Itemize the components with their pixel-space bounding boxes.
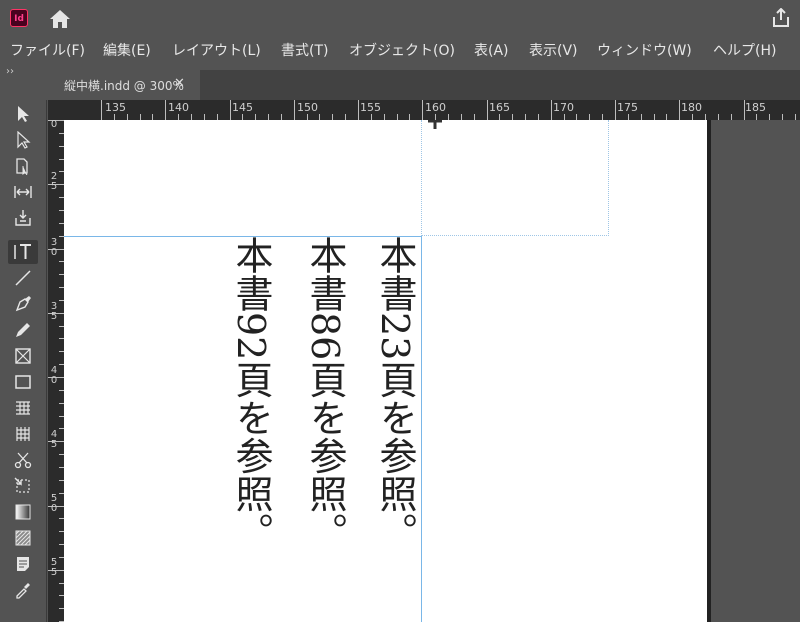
gradient-swatch-tool-icon[interactable] bbox=[8, 500, 38, 524]
ruler-label-v: 4 0 bbox=[50, 365, 58, 386]
panel-collapse-toggle[interactable]: ›› bbox=[0, 64, 48, 80]
content-collector-tool-icon[interactable] bbox=[8, 206, 38, 230]
menu-table[interactable]: 表(A) bbox=[474, 41, 509, 61]
page-edge-shadow bbox=[707, 120, 711, 622]
ruler-label-v: 3 5 bbox=[50, 301, 58, 322]
selection-tool-icon[interactable] bbox=[8, 102, 38, 126]
ruler-label-v: 5 0 bbox=[50, 493, 58, 514]
rectangle-tool-icon[interactable] bbox=[8, 370, 38, 394]
gradient-feather-tool-icon[interactable] bbox=[8, 526, 38, 550]
free-transform-tool-icon[interactable] bbox=[8, 474, 38, 498]
close-icon[interactable]: ✕ bbox=[174, 76, 185, 91]
pencil-tool-icon[interactable] bbox=[8, 318, 38, 342]
horizontal-grid-tool-icon[interactable] bbox=[8, 396, 38, 420]
menu-help[interactable]: ヘルプ(H) bbox=[713, 41, 776, 61]
indesign-logo: Id bbox=[10, 9, 28, 27]
ruler-label-v: 5 5 bbox=[50, 557, 58, 578]
menu-window[interactable]: ウィンドウ(W) bbox=[597, 41, 692, 61]
menu-layout[interactable]: レイアウト(L) bbox=[172, 41, 261, 61]
document-tab-title: 縦中横.indd @ 300% bbox=[64, 79, 184, 93]
page-tool-icon[interactable] bbox=[8, 154, 38, 178]
ruler-label-v: 0 bbox=[50, 120, 58, 130]
ruler-label-v: 4 5 bbox=[50, 429, 58, 450]
menu-view[interactable]: 表示(V) bbox=[529, 41, 578, 61]
text-frame-upper[interactable] bbox=[421, 120, 609, 236]
home-icon[interactable] bbox=[49, 9, 71, 29]
vertical-ruler[interactable]: 0 2 5 3 0 3 5 4 0 4 5 5 0 5 5 bbox=[48, 120, 64, 622]
vertical-text-line-3[interactable]: 本書92頁を参照。 bbox=[229, 236, 273, 550]
ruler-label-h: 175 bbox=[617, 101, 638, 114]
menu-object[interactable]: オブジェクト(O) bbox=[349, 41, 455, 61]
ruler-label-h: 145 bbox=[232, 101, 253, 114]
document-page[interactable]: 本書23頁を参照。 本書86頁を参照。 本書92頁を参照。 bbox=[64, 120, 707, 622]
menu-edit[interactable]: 編集(E) bbox=[103, 41, 151, 61]
ruler-label-h: 155 bbox=[360, 101, 381, 114]
direct-selection-tool-icon[interactable] bbox=[8, 128, 38, 152]
rectangle-frame-tool-icon[interactable] bbox=[8, 344, 38, 368]
eyedropper-tool-icon[interactable] bbox=[8, 578, 38, 602]
ruler-label-v: 3 0 bbox=[50, 237, 58, 258]
tools-panel bbox=[0, 100, 47, 622]
vertical-text-line-2[interactable]: 本書86頁を参照。 bbox=[303, 236, 347, 550]
menu-file[interactable]: ファイル(F) bbox=[10, 41, 85, 61]
ruler-label-h: 180 bbox=[681, 101, 702, 114]
text-cursor-icon bbox=[428, 120, 442, 129]
ruler-label-h: 165 bbox=[489, 101, 510, 114]
ruler-label-h: 160 bbox=[425, 101, 446, 114]
note-tool-icon[interactable] bbox=[8, 552, 38, 576]
menu-type[interactable]: 書式(T) bbox=[281, 41, 328, 61]
ruler-label-h: 170 bbox=[553, 101, 574, 114]
ruler-origin[interactable] bbox=[48, 100, 64, 120]
horizontal-ruler[interactable]: 135 140 145 150 155 160 165 170 175 180 … bbox=[64, 100, 800, 120]
vertical-type-tool-icon[interactable] bbox=[8, 240, 38, 264]
vertical-grid-tool-icon[interactable] bbox=[8, 422, 38, 446]
pasteboard[interactable]: 本書23頁を参照。 本書86頁を参照。 本書92頁を参照。 bbox=[64, 120, 800, 622]
ruler-label-v: 2 5 bbox=[50, 171, 58, 192]
ruler-label-h: 185 bbox=[745, 101, 766, 114]
vertical-text-line-1[interactable]: 本書23頁を参照。 bbox=[373, 236, 417, 550]
gap-tool-icon[interactable] bbox=[8, 180, 38, 204]
title-bar: Id bbox=[0, 0, 800, 38]
ruler-label-h: 135 bbox=[105, 101, 126, 114]
pen-tool-icon[interactable] bbox=[8, 292, 38, 316]
ruler-label-h: 140 bbox=[168, 101, 189, 114]
menu-bar: ファイル(F) 編集(E) レイアウト(L) 書式(T) オブジェクト(O) 表… bbox=[0, 38, 800, 64]
document-tab[interactable]: 縦中横.indd @ 300% ✕ bbox=[48, 70, 200, 100]
scissors-tool-icon[interactable] bbox=[8, 448, 38, 472]
share-icon[interactable] bbox=[772, 8, 790, 28]
line-tool-icon[interactable] bbox=[8, 266, 38, 290]
ruler-label-h: 150 bbox=[297, 101, 318, 114]
